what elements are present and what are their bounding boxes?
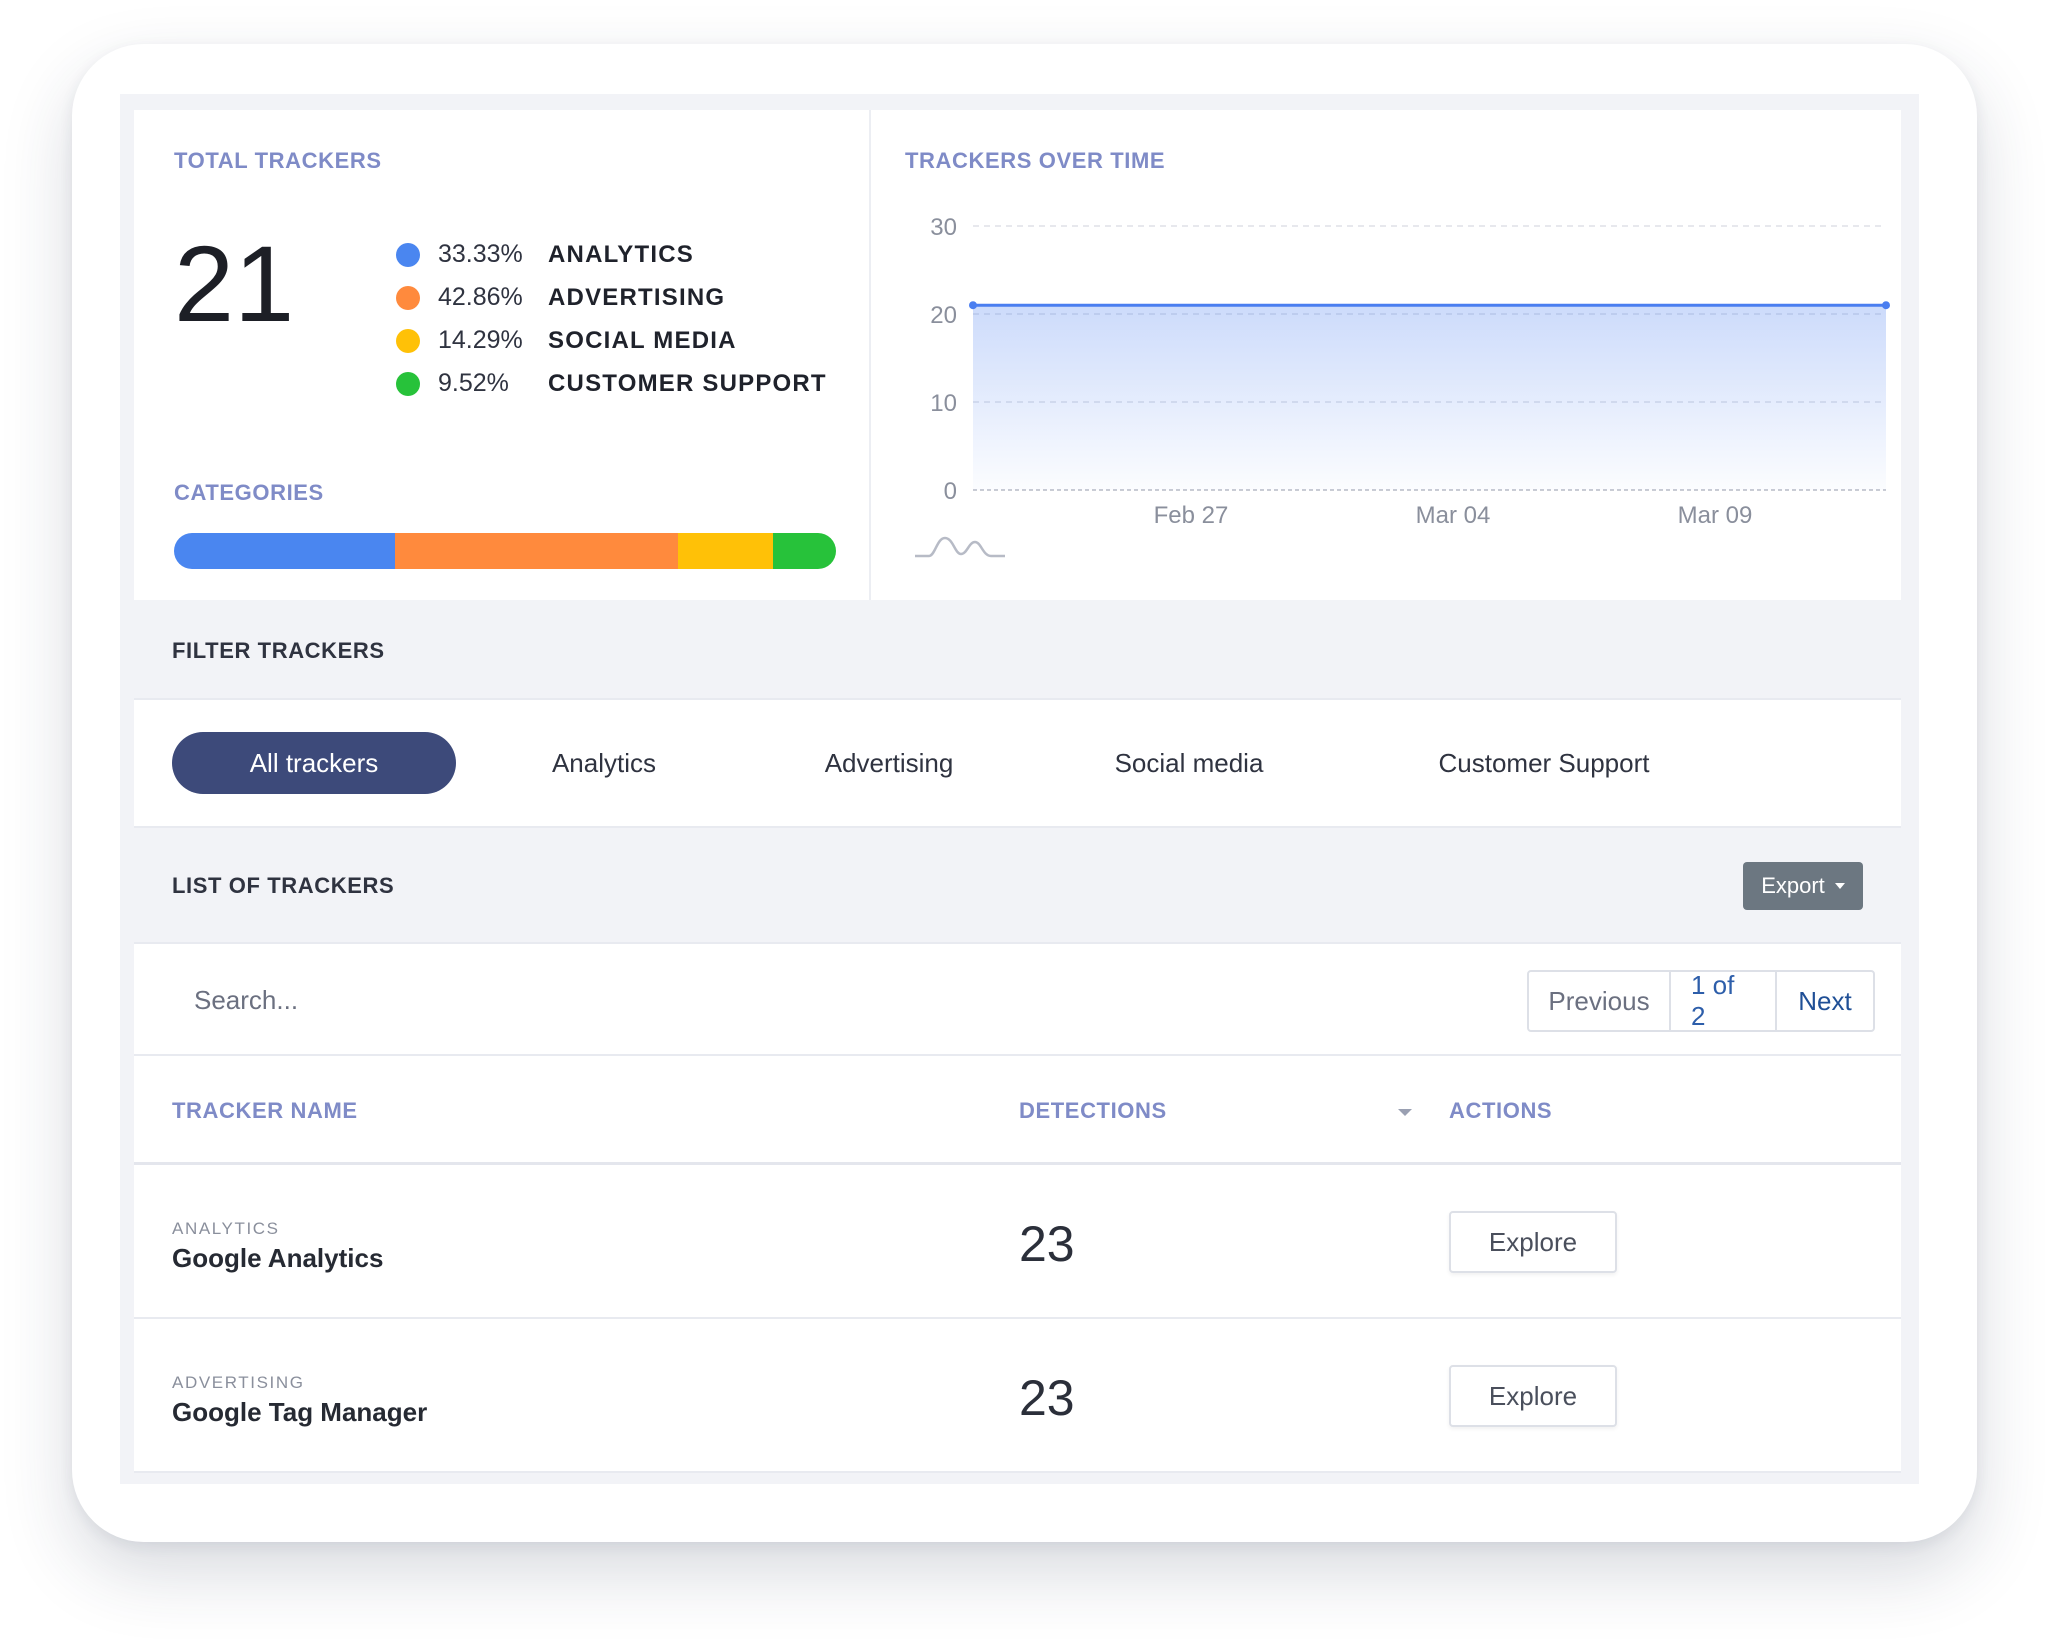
y-tick-label: 0 (944, 478, 957, 505)
categories-stacked-bar (174, 533, 836, 569)
tracker-category: ADVERTISING (172, 1373, 305, 1392)
tracker-detections: 23 (1019, 1216, 1075, 1272)
previous-button[interactable]: Previous (1529, 972, 1671, 1030)
legend-pct: 9.52% (438, 369, 509, 397)
legend-pct: 42.86% (438, 283, 523, 311)
x-tick-label: Mar 04 (1416, 502, 1491, 529)
x-tick-label: Feb 27 (1154, 502, 1229, 529)
total-trackers-card: TOTAL TRACKERS 21 33.33% ANALYTICS 42.86… (134, 110, 871, 600)
data-point (1882, 301, 1890, 310)
overview-panel: TOTAL TRACKERS 21 33.33% ANALYTICS 42.86… (134, 110, 1901, 600)
filter-analytics[interactable]: Analytics (494, 732, 714, 794)
x-tick-label: Mar 09 (1678, 502, 1753, 529)
device-frame: TOTAL TRACKERS 21 33.33% ANALYTICS 42.86… (72, 44, 1977, 1542)
trackers-over-time-card: TRACKERS OVER TIME 0 10 20 30 Feb 27 Mar 04 Ma… (871, 110, 1901, 600)
table-header: TRACKER NAME DETECTIONS ACTIONS (134, 1056, 1901, 1165)
export-label: Export (1761, 873, 1825, 898)
social-media-dot-icon (396, 328, 420, 353)
filter-customer-support[interactable]: Customer Support (1394, 732, 1694, 794)
legend-item-analytics: 33.33% ANALYTICS (396, 233, 827, 276)
legend-label: ADVERTISING (548, 283, 726, 311)
categories-label: CATEGORIES (174, 480, 324, 505)
series-area (973, 305, 1886, 490)
total-trackers-label: TOTAL TRACKERS (174, 148, 382, 173)
legend-item-social-media: 14.29% SOCIAL MEDIA (396, 319, 827, 362)
customer-support-dot-icon (396, 371, 420, 396)
y-tick-label: 30 (930, 214, 957, 241)
legend-label: ANALYTICS (548, 240, 694, 268)
column-detections[interactable]: DETECTIONS (1019, 1098, 1167, 1124)
column-tracker-name[interactable]: TRACKER NAME (172, 1098, 358, 1124)
legend-pct: 14.29% (438, 326, 523, 354)
sparkline-icon (915, 536, 1005, 558)
next-button[interactable]: Next (1777, 972, 1873, 1030)
tracker-name: Google Tag Manager (172, 1397, 428, 1427)
filter-advertising[interactable]: Advertising (774, 732, 1004, 794)
search-input[interactable] (192, 974, 996, 1026)
y-tick-label: 20 (930, 302, 957, 329)
filter-social-media[interactable]: Social media (1074, 732, 1304, 794)
caret-down-icon (1834, 883, 1845, 889)
search-row: Previous 1 of 2 Next (134, 944, 1901, 1056)
list-title: LIST OF TRACKERS (172, 873, 395, 898)
tracker-name: Google Analytics (172, 1243, 384, 1273)
filter-all-trackers[interactable]: All trackers (172, 732, 456, 794)
data-point (969, 301, 977, 310)
advertising-dot-icon (396, 285, 420, 310)
pagination: Previous 1 of 2 Next (1527, 970, 1875, 1032)
analytics-dot-icon (396, 242, 420, 267)
legend-label: CUSTOMER SUPPORT (548, 369, 827, 397)
category-segment-social-media (678, 533, 773, 569)
legend-pct: 33.33% (438, 240, 523, 268)
category-legend: 33.33% ANALYTICS 42.86% ADVERTISING 14.2… (396, 233, 827, 405)
category-segment-customer-support (772, 533, 836, 569)
filter-tabs: All trackers Analytics Advertising Socia… (134, 700, 1901, 828)
table-row: ANALYTICS Google Analytics 23 Explore (134, 1165, 1901, 1319)
legend-item-advertising: 42.86% ADVERTISING (396, 276, 827, 319)
tracker-detections: 23 (1019, 1370, 1075, 1426)
explore-button[interactable]: Explore (1449, 1365, 1617, 1427)
explore-button[interactable]: Explore (1449, 1211, 1617, 1273)
sort-caret-icon[interactable] (1398, 1109, 1412, 1116)
export-button[interactable]: Export (1743, 862, 1863, 910)
dashboard-screen: TOTAL TRACKERS 21 33.33% ANALYTICS 42.86… (120, 94, 1919, 1484)
column-actions: ACTIONS (1449, 1098, 1553, 1123)
trackers-over-time-chart: 0 10 20 30 Feb 27 Mar 04 Mar 09 (915, 214, 1890, 558)
page-indicator: 1 of 2 (1671, 970, 1777, 1031)
filter-title: FILTER TRACKERS (172, 638, 385, 663)
y-tick-label: 10 (930, 390, 957, 417)
legend-label: SOCIAL MEDIA (548, 326, 737, 354)
total-trackers-count: 21 (174, 223, 295, 344)
legend-item-customer-support: 9.52% CUSTOMER SUPPORT (396, 362, 827, 405)
table-row: ADVERTISING Google Tag Manager 23 Explor… (134, 1319, 1901, 1473)
list-header: LIST OF TRACKERS Export (134, 828, 1901, 944)
category-segment-advertising (394, 533, 679, 569)
filter-header: FILTER TRACKERS (134, 600, 1901, 700)
category-segment-analytics (174, 533, 395, 569)
tracker-category: ANALYTICS (172, 1219, 280, 1238)
